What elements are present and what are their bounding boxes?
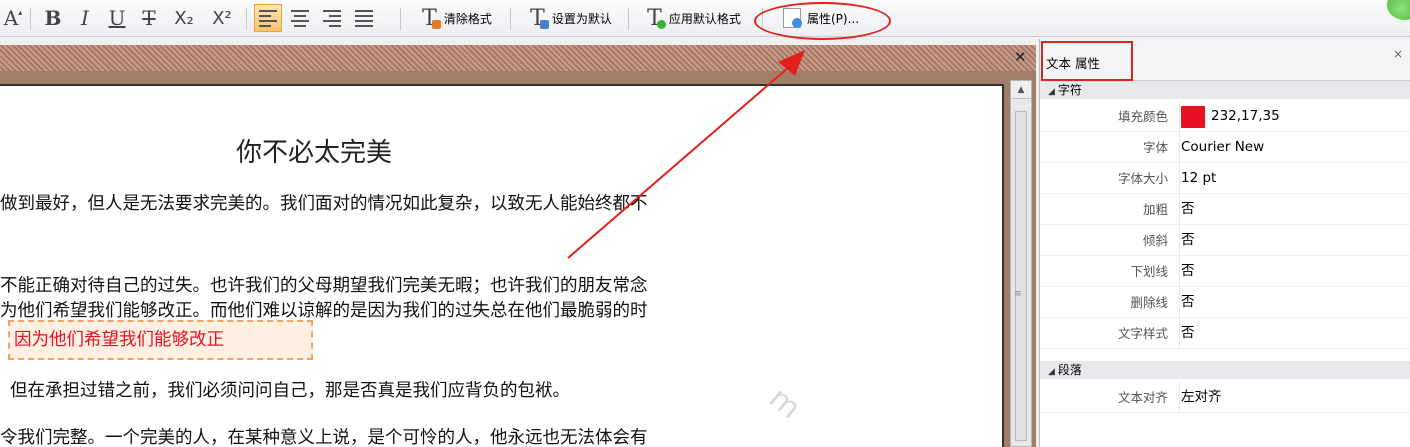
property-value: 否 — [1181, 325, 1195, 341]
property-row-font-size[interactable]: 字体大小 12 pt — [1040, 163, 1410, 194]
property-value: 左对齐 — [1181, 389, 1222, 405]
column-divider — [1179, 382, 1180, 413]
property-name: 倾斜 — [1142, 233, 1168, 248]
property-name: 字体 — [1142, 140, 1168, 155]
property-name: 文字样式 — [1117, 326, 1168, 341]
property-value: 否 — [1181, 232, 1195, 248]
properties-panel: 文本 属性 × ◢ 字符 填充颜色 232,17,35 字体 Courier Ne… — [1039, 39, 1410, 447]
column-divider — [1179, 318, 1180, 349]
column-divider — [1179, 101, 1180, 132]
property-value: 12 pt — [1181, 170, 1217, 186]
property-value: 否 — [1181, 294, 1195, 310]
property-value: Courier New — [1181, 139, 1265, 155]
column-divider — [1179, 225, 1180, 256]
column-divider — [1179, 132, 1180, 163]
category-character[interactable]: ◢ 字符 — [1040, 81, 1410, 99]
color-swatch[interactable] — [1181, 105, 1205, 128]
property-row-text-align[interactable]: 文本对齐 左对齐 — [1040, 382, 1410, 413]
property-name: 下划线 — [1130, 264, 1168, 279]
property-name: 字体大小 — [1117, 171, 1168, 186]
property-row-underline[interactable]: 下划线 否 — [1040, 256, 1410, 287]
column-divider — [1179, 163, 1180, 194]
property-row-text-style[interactable]: 文字样式 否 — [1040, 318, 1410, 349]
property-value: 232,17,35 — [1211, 108, 1280, 124]
collapse-icon: ◢ — [1048, 367, 1055, 377]
column-divider — [1179, 256, 1180, 287]
property-row-fill-color[interactable]: 填充颜色 232,17,35 — [1040, 101, 1410, 132]
category-paragraph[interactable]: ◢ 段落 — [1040, 361, 1410, 379]
collapse-icon: ◢ — [1048, 87, 1055, 97]
title-annotation-box — [1041, 41, 1133, 81]
column-divider — [1179, 287, 1180, 318]
property-name: 加粗 — [1142, 202, 1168, 217]
property-row-strikethrough[interactable]: 删除线 否 — [1040, 287, 1410, 318]
category-label: 段落 — [1057, 363, 1082, 377]
panel-close-icon[interactable]: × — [1393, 47, 1403, 61]
property-value: 否 — [1181, 201, 1195, 217]
property-row-italic[interactable]: 倾斜 否 — [1040, 225, 1410, 256]
property-name: 文本对齐 — [1117, 390, 1168, 405]
property-value: 否 — [1181, 263, 1195, 279]
column-divider — [1179, 194, 1180, 225]
panel-header: 文本 属性 × — [1040, 39, 1410, 81]
category-label: 字符 — [1057, 83, 1082, 97]
app-window: A ▴ B I U T X₂ X² T 清除格式 T 设置为默认 T 应用默认格… — [0, 0, 1410, 447]
property-name: 删除线 — [1130, 295, 1168, 310]
property-row-bold[interactable]: 加粗 否 — [1040, 194, 1410, 225]
property-row-font[interactable]: 字体 Courier New — [1040, 132, 1410, 163]
property-name: 填充颜色 — [1117, 109, 1168, 124]
